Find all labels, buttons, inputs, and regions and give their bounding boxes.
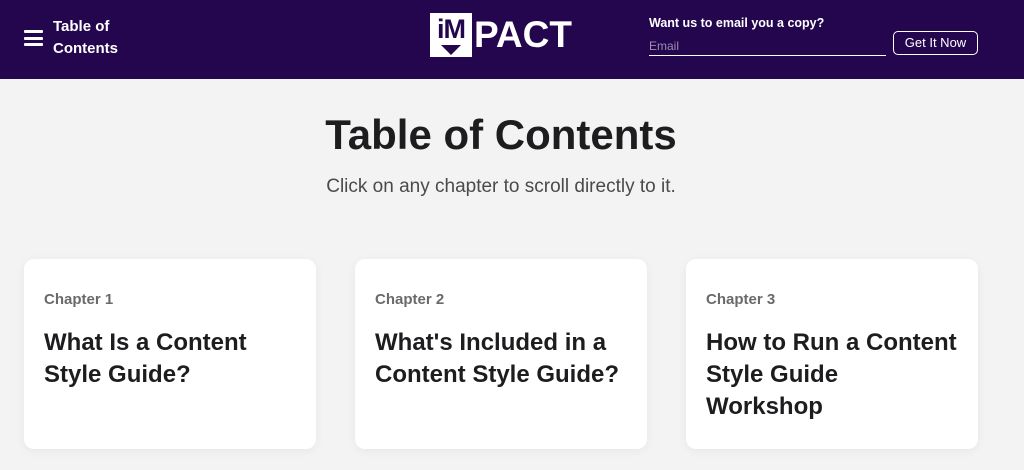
chapter-card-3[interactable]: Chapter 3 How to Run a Content Style Gui… xyxy=(686,259,978,449)
page-subtitle: Click on any chapter to scroll directly … xyxy=(326,176,676,197)
chapter-card-1[interactable]: Chapter 1 What Is a Content Style Guide? xyxy=(24,259,316,449)
email-prompt: Want us to email you a copy? xyxy=(649,16,825,30)
get-it-now-button[interactable]: Get It Now xyxy=(893,31,978,55)
email-signup-form: Want us to email you a copy? Get It Now xyxy=(649,14,989,64)
chapter-label: Chapter 2 xyxy=(375,291,445,308)
hamburger-menu-icon[interactable] xyxy=(24,30,43,46)
chapter-card-2[interactable]: Chapter 2 What's Included in a Content S… xyxy=(355,259,647,449)
impact-logo[interactable]: iM PACT xyxy=(430,13,572,57)
chapter-label: Chapter 3 xyxy=(706,291,776,308)
chapter-title: What Is a Content Style Guide? xyxy=(44,329,247,388)
chapter-title: How to Run a Content Style Guide Worksho… xyxy=(706,329,957,420)
logo-arrow-icon xyxy=(441,45,461,55)
logo-mark-text: iM xyxy=(437,14,466,44)
logo-mark: iM xyxy=(430,13,472,57)
chapter-label: Chapter 1 xyxy=(44,291,114,308)
email-field[interactable] xyxy=(649,36,886,56)
chapter-title: What's Included in a Content Style Guide… xyxy=(375,329,620,388)
table-of-contents-toggle[interactable]: Table of Contents xyxy=(24,16,123,60)
logo-wordmark: PACT xyxy=(474,14,572,55)
page-title: Table of Contents xyxy=(325,111,677,158)
top-bar: Table of Contents iM PACT Want us to ema… xyxy=(0,0,1024,79)
menu-label: Table of Contents xyxy=(53,18,118,57)
